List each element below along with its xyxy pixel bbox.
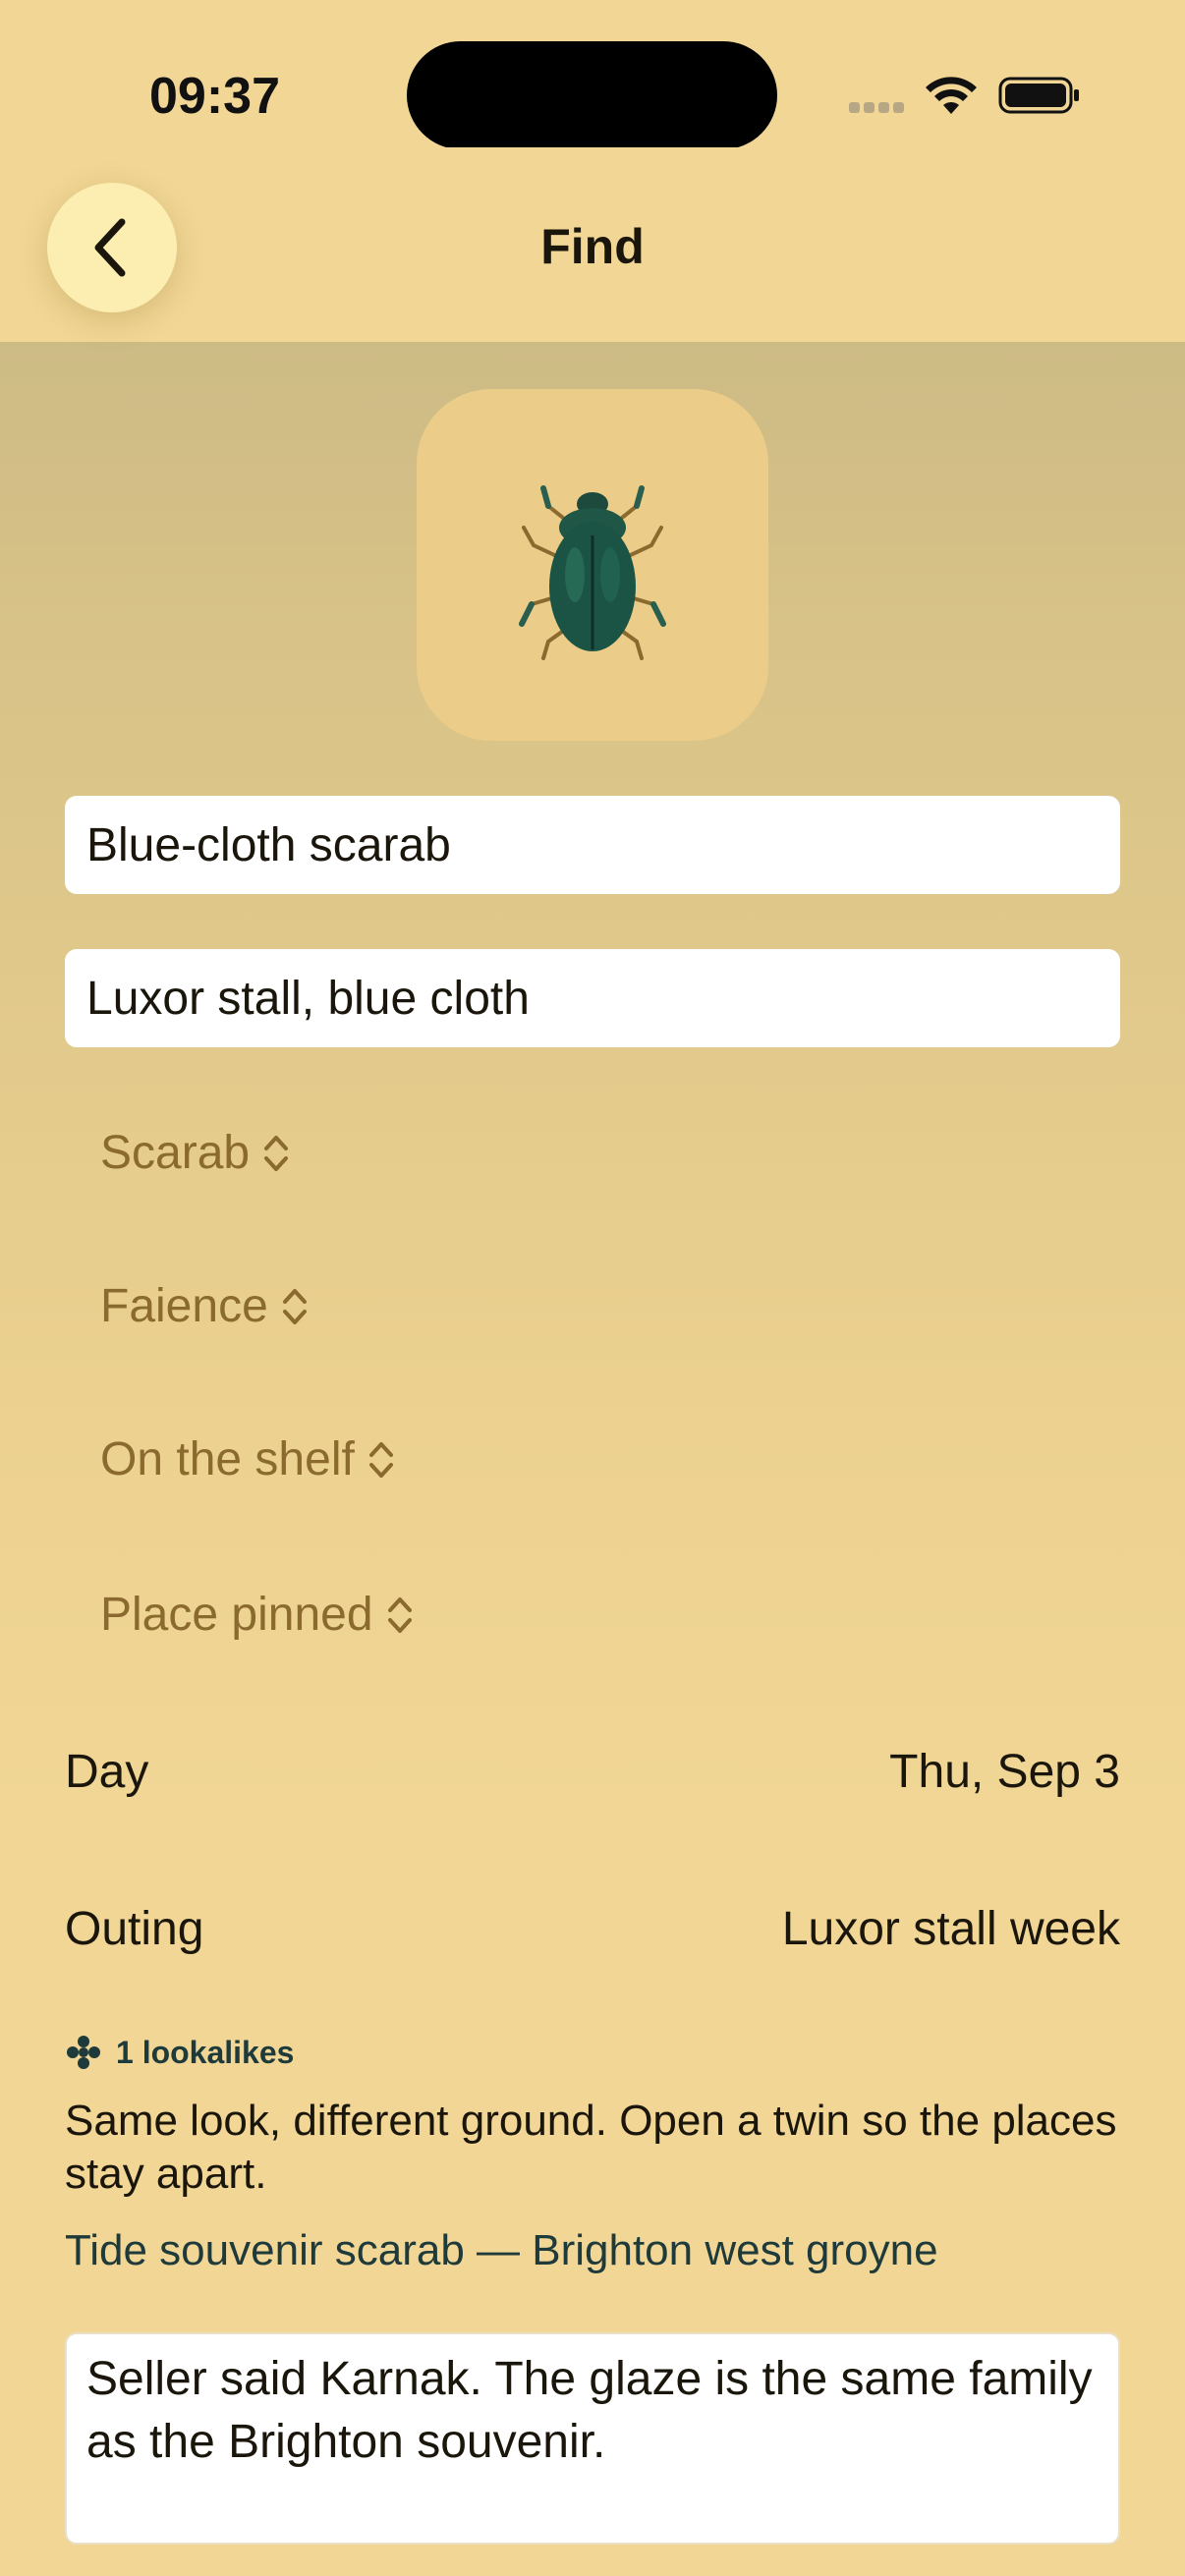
status-time: 09:37 xyxy=(149,68,280,125)
chevron-up-down-icon xyxy=(387,1596,412,1633)
outing-label: Outing xyxy=(65,1903,204,1955)
name-field[interactable]: Blue-cloth scarab xyxy=(65,796,1120,894)
battery-icon xyxy=(998,77,1079,114)
lookalike-link[interactable]: Tide souvenir scarab — Brighton west gro… xyxy=(65,2226,938,2275)
material-picker[interactable]: Faience xyxy=(100,1279,310,1333)
day-value[interactable]: Thu, Sep 3 xyxy=(889,1745,1120,1799)
lookalikes-description: Same look, different ground. Open a twin… xyxy=(65,2097,1117,2198)
lookalikes-header: 1 lookalikes xyxy=(65,2034,294,2071)
day-label: Day xyxy=(65,1746,149,1798)
status-picker[interactable]: On the shelf xyxy=(100,1432,396,1486)
place-field[interactable]: Luxor stall, blue cloth xyxy=(65,949,1120,1047)
wifi-icon xyxy=(926,77,977,114)
location-picker-label: Place pinned xyxy=(100,1589,373,1641)
chevron-up-down-icon xyxy=(264,1135,289,1171)
dynamic-island xyxy=(407,41,777,149)
outing-value[interactable]: Luxor stall week xyxy=(782,1902,1120,1956)
status-picker-label: On the shelf xyxy=(100,1433,355,1485)
kind-picker-label: Scarab xyxy=(100,1127,251,1179)
material-picker-label: Faience xyxy=(100,1280,268,1332)
beetle-image xyxy=(519,485,666,660)
chevron-up-down-icon xyxy=(368,1441,393,1478)
kind-picker[interactable]: Scarab xyxy=(100,1126,291,1180)
notes-textarea[interactable]: Seller said Karnak. The glaze is the sam… xyxy=(65,2332,1120,2545)
find-photo[interactable] xyxy=(417,389,768,741)
lookalikes-count: 1 lookalikes xyxy=(116,2034,295,2070)
cluster-icon xyxy=(67,2036,100,2069)
page-title: Find xyxy=(540,219,645,274)
location-picker[interactable]: Place pinned xyxy=(100,1588,415,1642)
chevron-up-down-icon xyxy=(282,1288,307,1324)
